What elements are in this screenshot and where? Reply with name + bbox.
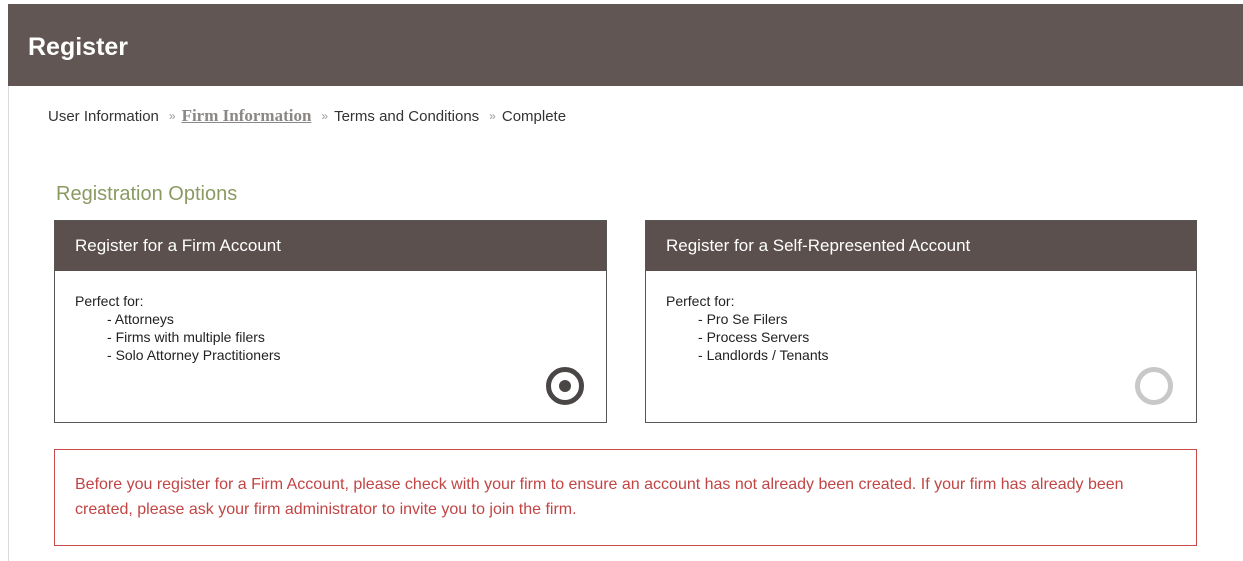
breadcrumb-separator-icon: » [321,109,329,123]
breadcrumb: User Information » Firm Information » Te… [48,106,566,126]
self-represented-benefit-item: Pro Se Filers [698,310,1196,328]
firm-account-warning-notice: Before you register for a Firm Account, … [54,449,1197,546]
breadcrumb-separator-icon: » [168,109,176,123]
breadcrumb-step-complete: Complete [501,107,567,125]
breadcrumb-step-terms-and-conditions: Terms and Conditions [334,107,480,125]
self-represented-benefit-item: Process Servers [698,328,1196,346]
firm-account-option-title: Register for a Firm Account [55,221,606,271]
firm-account-benefit-item: Firms with multiple filers [107,328,606,346]
page-header: Register [8,4,1243,86]
breadcrumb-separator-icon: » [489,109,496,123]
radio-unselected-icon[interactable] [1135,367,1173,405]
page-title: Register [28,33,129,61]
firm-account-perfect-for-label: Perfect for: [75,293,144,309]
firm-account-benefit-item: Attorneys [107,310,606,328]
firm-account-option-body: Perfect for: Attorneys Firms with multip… [55,271,606,405]
radio-selected-icon[interactable] [546,367,584,405]
registration-options-title: Registration Options [56,183,238,205]
self-represented-benefits-list: Pro Se Filers Process Servers Landlords … [666,310,1196,364]
self-represented-benefit-item: Landlords / Tenants [698,346,1196,364]
firm-account-option[interactable]: Register for a Firm Account Perfect for:… [54,220,607,423]
breadcrumb-step-firm-information[interactable]: Firm Information [182,106,312,126]
firm-account-benefits-list: Attorneys Firms with multiple filers Sol… [75,310,606,364]
self-represented-perfect-for-label: Perfect for: [666,293,735,309]
firm-account-benefit-item: Solo Attorney Practitioners [107,346,606,364]
self-represented-account-option-title: Register for a Self-Represented Account [646,221,1196,271]
self-represented-account-option[interactable]: Register for a Self-Represented Account … [645,220,1197,423]
self-represented-account-option-body: Perfect for: Pro Se Filers Process Serve… [646,271,1196,405]
breadcrumb-step-user-information: User Information [48,107,159,125]
